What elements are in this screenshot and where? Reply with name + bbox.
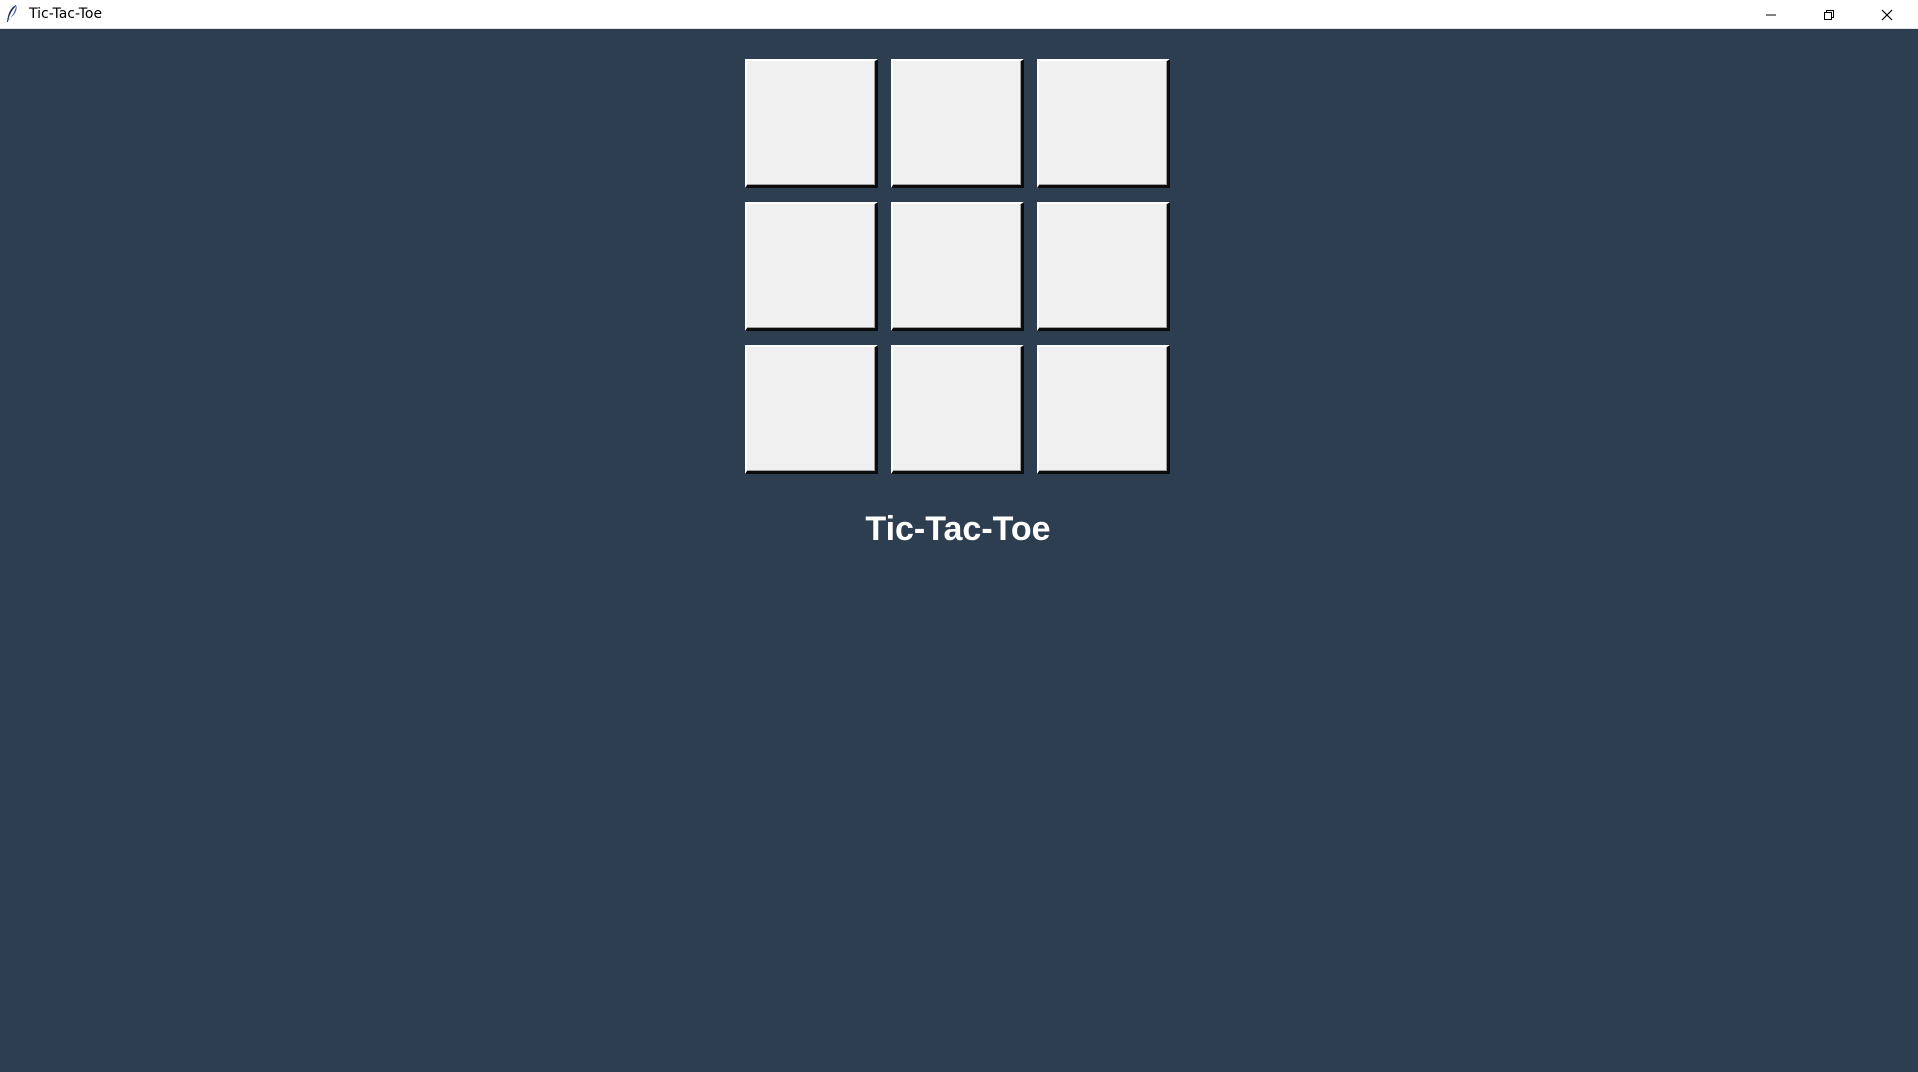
feather-icon (7, 5, 17, 22)
status-label: Tic-Tac-Toe (865, 510, 1051, 548)
board-cell-6[interactable] (1037, 202, 1170, 331)
board-cell-7[interactable] (745, 345, 878, 474)
app-window: Tic-Tac-Toe Tic-Tac-Toe (0, 0, 1918, 1072)
board-cell-2[interactable] (891, 59, 1024, 188)
board-cell-1[interactable] (745, 59, 878, 188)
close-icon (1881, 9, 1893, 20)
minimize-button[interactable] (1742, 0, 1800, 29)
minimize-icon (1766, 14, 1776, 15)
game-board (745, 59, 1171, 474)
board-cell-8[interactable] (891, 345, 1024, 474)
window-title: Tic-Tac-Toe (29, 6, 103, 22)
board-cell-9[interactable] (1037, 345, 1170, 474)
board-cell-4[interactable] (745, 202, 878, 331)
board-cell-3[interactable] (1037, 59, 1170, 188)
title-bar[interactable]: Tic-Tac-Toe (0, 0, 1918, 29)
restore-icon (1824, 9, 1834, 20)
close-button[interactable] (1858, 0, 1916, 29)
restore-button[interactable] (1800, 0, 1858, 29)
board-cell-5[interactable] (891, 202, 1024, 331)
